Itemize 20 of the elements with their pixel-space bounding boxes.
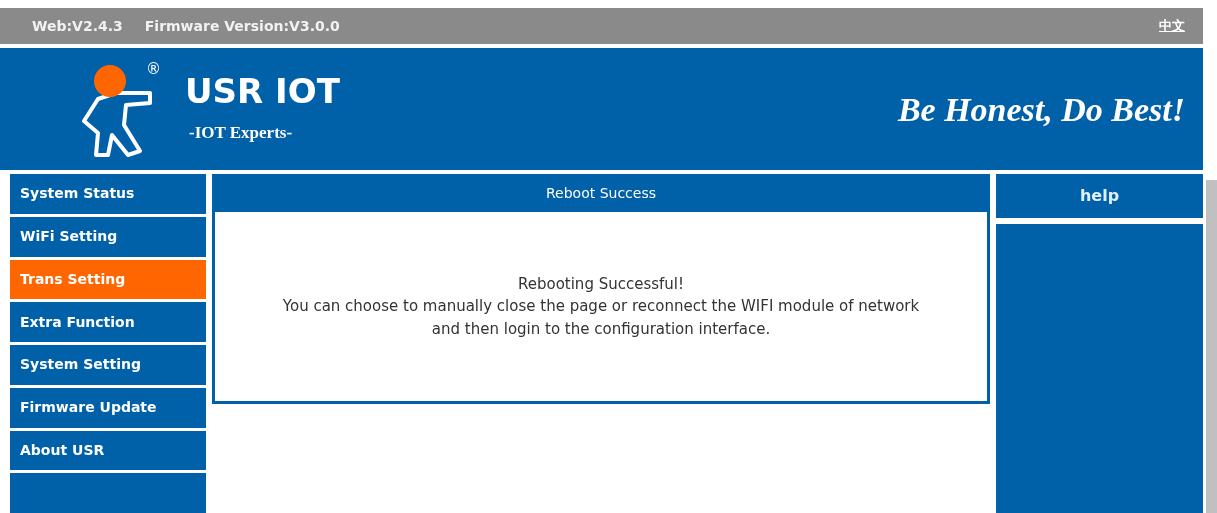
language-link[interactable]: 中文 <box>1159 16 1185 36</box>
sidebar-item[interactable]: WiFi Setting <box>10 216 206 257</box>
slogan: Be Honest, Do Best! <box>897 89 1185 130</box>
panel-header: Reboot Success <box>212 174 990 212</box>
version-text: Web:V2.4.3 <box>32 16 123 36</box>
sidebar-item[interactable]: About USR <box>10 430 206 471</box>
sidebar-item[interactable]: System Status <box>10 174 206 214</box>
version-text: Firmware Version:V3.0.0 <box>144 16 340 36</box>
sidebar-item[interactable]: Firmware Update <box>10 387 206 428</box>
message-text: You can choose to manually close the page or reconnect the WIFI module of network <box>282 296 920 318</box>
help-header: help <box>996 174 1203 218</box>
brand-name: USR IOT <box>185 72 340 110</box>
message-text: Rebooting Successful! <box>517 273 685 295</box>
registered-mark: ® <box>146 59 161 80</box>
message-text: and then login to the configuration interface. <box>431 318 771 340</box>
sidebar-item[interactable]: System Setting <box>10 345 206 385</box>
sidebar-item[interactable] <box>10 473 206 513</box>
scrollbar[interactable] <box>1206 180 1217 513</box>
sidebar-item[interactable]: Extra Function <box>10 302 206 343</box>
tagline: -IOT Experts- <box>189 121 294 144</box>
